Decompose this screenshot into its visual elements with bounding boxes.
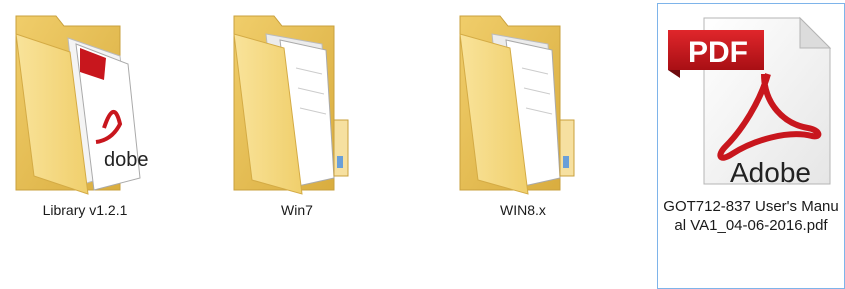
pdf-file-item[interactable]: PDF Adobe GOT712-837 User's Manual VA1_0… <box>657 3 845 289</box>
pdf-badge-text: PDF <box>688 36 748 69</box>
folder-icon <box>226 8 366 203</box>
item-label: Win7 <box>281 202 313 218</box>
item-label: Library v1.2.1 <box>42 202 128 218</box>
folder-item-win8x[interactable]: WIN8.x <box>438 0 608 230</box>
item-label: WIN8.x <box>500 202 546 218</box>
folder-item-library[interactable]: dobe Library v1.2.1 <box>0 0 170 230</box>
pdf-file-icon: PDF Adobe <box>668 12 836 195</box>
folder-item-win7[interactable]: Win7 <box>212 0 382 230</box>
item-label: GOT712-837 User's Manual VA1_04-06-2016.… <box>663 198 839 234</box>
file-explorer-view: dobe Library v1.2.1 Win7 WIN8.x PDF Adob… <box>0 0 845 289</box>
folder-icon <box>452 8 592 203</box>
folder-with-pdf-icon: dobe <box>8 8 149 203</box>
adobe-logo-text: dobe <box>104 149 148 171</box>
adobe-brand-text: Adobe <box>730 157 811 188</box>
